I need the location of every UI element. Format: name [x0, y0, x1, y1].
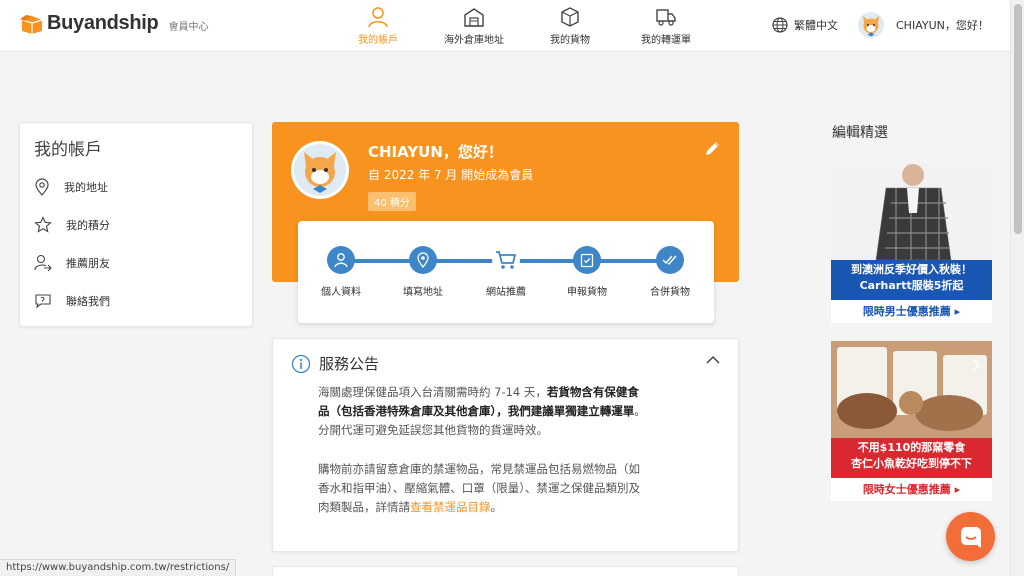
member-since: 自 2022 年 7 月 開始成為會員 [368, 168, 534, 182]
nav-label: 我的帳戶 [358, 35, 398, 46]
step-circle [573, 246, 601, 274]
chat-launcher-button[interactable] [946, 512, 995, 561]
step-circle [492, 246, 520, 274]
language-switch[interactable]: 繁體中文 [772, 17, 838, 33]
sidebar-item-address[interactable]: 我的地址 [34, 178, 108, 196]
sidebar-item-points[interactable]: 我的積分 [34, 216, 110, 234]
cart-icon [496, 251, 517, 269]
user-greeting: CHIAYUN，您好！ [896, 19, 989, 32]
step-label: 個人資料 [321, 287, 361, 298]
step-label: 申報貨物 [567, 287, 607, 298]
step-label: 填寫地址 [403, 287, 443, 298]
service-notice: 服務公告 海關處理保健品項入台清關需時約 7-14 天，若貨物含有保健食品（包括… [272, 338, 739, 552]
step-site-recommend[interactable]: 網站推薦 [466, 246, 546, 298]
warehouse-icon [464, 8, 484, 27]
nav-my-goods[interactable]: 我的貨物 [522, 6, 618, 46]
sidebar-item-label: 我的地址 [64, 181, 108, 194]
next-card [272, 566, 739, 576]
step-label: 網站推薦 [486, 287, 526, 298]
step-circle [656, 246, 684, 274]
snacks-photo [831, 341, 992, 438]
user-icon [334, 253, 348, 268]
notice-title: 服務公告 [319, 355, 380, 373]
notice-paragraph: 購物前亦請留意倉庫的禁運物品，常見禁運品包括易燃物品（如香水和指甲油）、壓縮氣體… [318, 460, 648, 518]
star-icon [34, 216, 52, 233]
chat-bubble-icon [35, 294, 51, 309]
step-circle [327, 246, 355, 274]
sidebar-item-label: 推薦朋友 [66, 257, 110, 270]
logo-text: Buyandship [47, 12, 159, 34]
cat-avatar-icon [863, 16, 879, 37]
top-header: Buyandship 會員中心 我的帳戶 海外倉庫地址 我的貨物 我的轉運單 繁… [0, 0, 1010, 52]
location-icon [417, 252, 429, 268]
notice-header[interactable]: 服務公告 [291, 353, 379, 374]
ad-cta[interactable]: 限時男士優惠推薦 ▸ [831, 300, 992, 323]
nav-warehouse[interactable]: 海外倉庫地址 [426, 6, 522, 46]
step-declare[interactable]: 申報貨物 [547, 246, 627, 298]
step-address[interactable]: 填寫地址 [383, 246, 463, 298]
double-check-icon [662, 255, 677, 266]
notice-paragraph: 海關處理保健品項入台清關需時約 7-14 天，若貨物含有保健食品（包括香港特殊倉… [318, 383, 648, 441]
notice-body: 海關處理保健品項入台清關需時約 7-14 天，若貨物含有保健食品（包括香港特殊倉… [318, 383, 648, 517]
notice-text: 。 [490, 500, 503, 515]
chat-icon [960, 526, 981, 548]
user-menu[interactable]: CHIAYUN，您好！ [858, 12, 989, 38]
ad-cta[interactable]: 限時女士優惠推薦 ▸ [831, 478, 992, 501]
nav-my-account[interactable]: 我的帳戶 [330, 6, 426, 46]
main-nav: 我的帳戶 海外倉庫地址 我的貨物 我的轉運單 [330, 6, 714, 46]
editors-picks-title: 編輯精選 [832, 125, 888, 141]
shirt-photo [831, 163, 992, 260]
notice-text: 海關處理保健品項入台清關需時約 7-14 天， [318, 385, 547, 399]
ad-line: 到澳洲反季好價入秋裝！ [851, 263, 972, 276]
profile-avatar [291, 141, 349, 199]
nav-my-shipments[interactable]: 我的轉運單 [618, 6, 714, 46]
package-icon [561, 7, 579, 27]
nav-label: 我的貨物 [550, 35, 590, 46]
truck-icon [656, 9, 676, 26]
profile-name: CHIAYUN，您好！ [368, 143, 503, 161]
ad-text-band: 不用$110的那窯零食 杏仁小魚乾好吃到停不下 [831, 438, 992, 478]
logo[interactable]: Buyandship 會員中心 [20, 12, 208, 35]
avatar [858, 12, 884, 38]
page-scrollbar[interactable] [1010, 0, 1024, 576]
ad-line: 杏仁小魚乾好吃到停不下 [851, 457, 972, 470]
ad-line: 不用$110的那窯零食 [857, 441, 966, 454]
ad-banner-women[interactable]: 不用$110的那窯零食 杏仁小魚乾好吃到停不下 限時女士優惠推薦 ▸ [831, 341, 992, 501]
info-icon [291, 354, 311, 373]
step-label: 合併貨物 [650, 287, 690, 298]
onboarding-steps: 個人資料 填寫地址 網站推薦 申報貨物 合併貨物 [298, 221, 714, 323]
ad-banner-men[interactable]: 到澳洲反季好價入秋裝！ Carhartt服裝5折起 限時男士優惠推薦 ▸ [831, 163, 992, 323]
scroll-thumb[interactable] [1014, 4, 1022, 234]
account-sidebar: 我的帳戶 我的地址 我的積分 推薦朋友 聯絡我們 [19, 122, 253, 327]
user-icon [368, 7, 388, 28]
chevron-up-icon[interactable] [706, 355, 720, 365]
location-icon [35, 178, 49, 196]
nav-label: 海外倉庫地址 [444, 35, 504, 46]
refer-user-icon [34, 254, 52, 272]
step-profile[interactable]: 個人資料 [301, 246, 381, 298]
language-label: 繁體中文 [794, 19, 838, 32]
box-logo-icon [20, 14, 43, 34]
logo-subtitle: 會員中心 [168, 22, 209, 33]
sidebar-item-label: 我的積分 [66, 219, 110, 232]
clipboard-check-icon [580, 253, 594, 268]
sidebar-title: 我的帳戶 [34, 140, 102, 160]
points-badge[interactable]: 40 積分 [368, 192, 416, 211]
restricted-items-link[interactable]: 查看禁運品目錄 [410, 500, 491, 514]
sidebar-item-contact[interactable]: 聯絡我們 [34, 292, 110, 310]
cat-avatar-icon [304, 152, 336, 193]
globe-icon [772, 17, 788, 33]
step-consolidate[interactable]: 合併貨物 [630, 246, 710, 298]
sidebar-item-refer[interactable]: 推薦朋友 [34, 254, 110, 272]
step-circle [409, 246, 437, 274]
nav-label: 我的轉運單 [641, 35, 691, 46]
status-bar-url: https://www.buyandship.com.tw/restrictio… [0, 559, 237, 576]
ad-text-band: 到澳洲反季好價入秋裝！ Carhartt服裝5折起 [831, 260, 992, 300]
ad-line: Carhartt服裝5折起 [859, 279, 964, 292]
edit-pencil-icon[interactable] [704, 139, 722, 157]
sidebar-item-label: 聯絡我們 [66, 295, 110, 308]
